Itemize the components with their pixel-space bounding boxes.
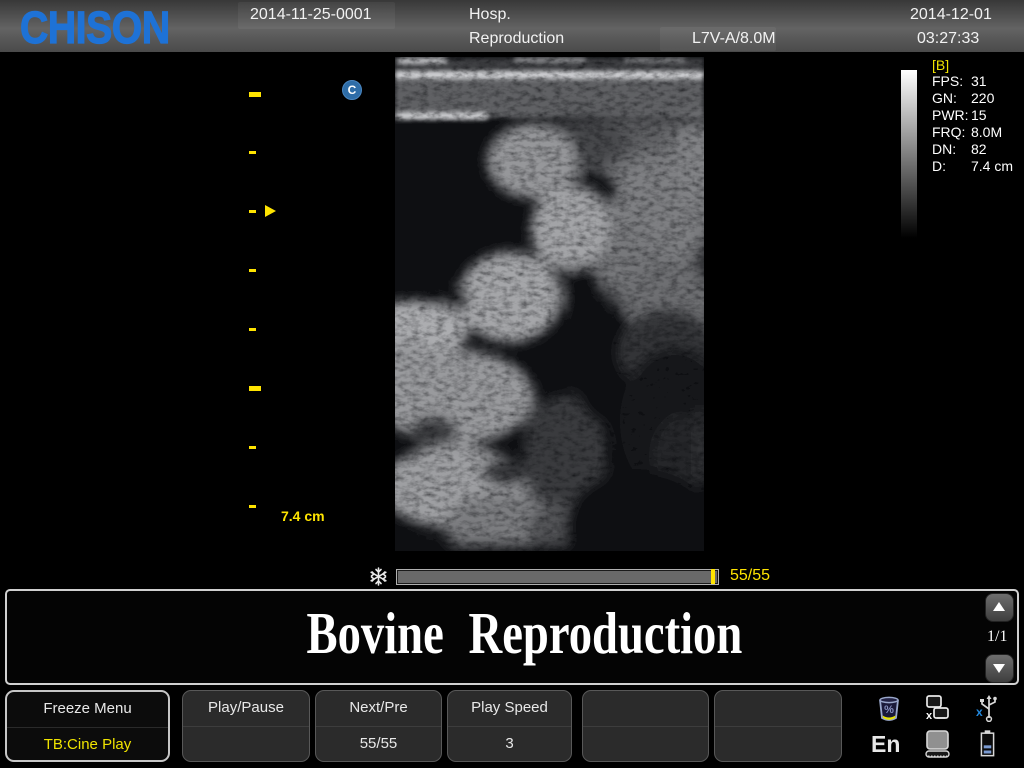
svg-text:x: x	[926, 710, 933, 722]
svg-text:x: x	[976, 705, 983, 719]
svg-text:%: %	[884, 704, 894, 716]
